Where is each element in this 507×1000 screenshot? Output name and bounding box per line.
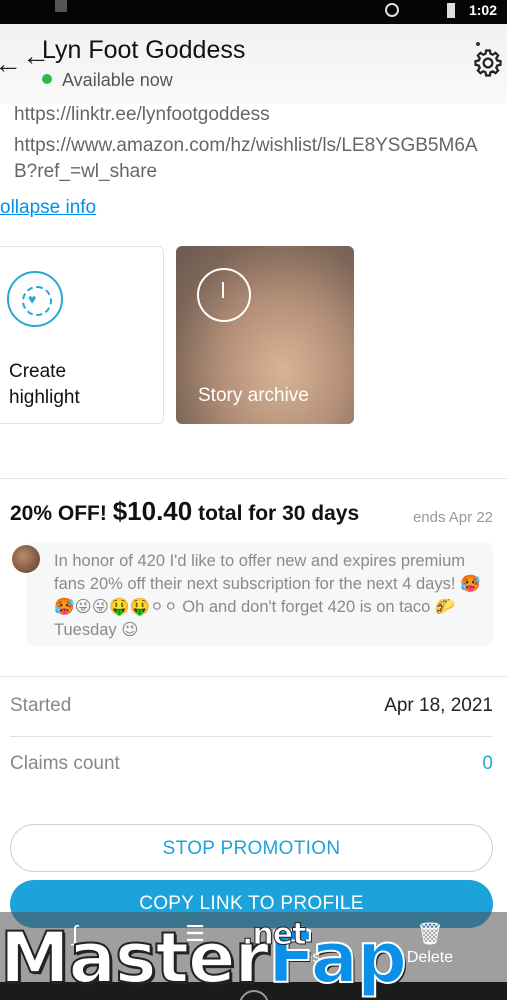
watermark: MasterFap .net — [0, 917, 408, 994]
delete-label: Delete — [406, 949, 454, 966]
story-archive-card[interactable]: Story archive — [176, 246, 354, 424]
promotion-message: In honor of 420 I'd like to offer new an… — [26, 542, 493, 646]
stop-promotion-button[interactable]: STOP PROMOTION — [10, 824, 493, 872]
avatar — [12, 545, 40, 573]
amazon-link[interactable]: https://www.amazon.com/hz/wishlist/ls/LE… — [14, 135, 478, 157]
started-value: Apr 18, 2021 — [384, 695, 493, 716]
promotion-period: total for 30 days — [198, 502, 360, 525]
amazon-url-continued[interactable]: B?ref_=wl_share — [14, 161, 157, 182]
status-bar: 1:02 — [0, 0, 507, 24]
chat-header: ← ← Lyn Foot Goddess Available now — [0, 24, 507, 104]
archive-clock-icon — [197, 268, 251, 322]
create-highlight-card[interactable]: ♥ Create highlight — [0, 246, 164, 424]
back-arrow-icon[interactable]: ← — [0, 50, 22, 78]
profile-name: Lyn Foot Goddess — [42, 36, 246, 64]
heart-icon: ♥ — [28, 291, 37, 307]
linktree-link[interactable]: https://linktr.ee/lynfootgoddess — [14, 104, 270, 126]
clock-hand — [222, 282, 224, 298]
gear-icon[interactable] — [473, 48, 503, 78]
create-highlight-label: Create highlight — [9, 361, 80, 408]
started-label: Started — [10, 695, 72, 716]
amazon-link-continued[interactable]: B?ref_=wl_share — [14, 161, 157, 183]
promotion-price: $10.40 — [112, 496, 193, 526]
watermark-suffix: .net — [241, 917, 306, 952]
divider — [0, 676, 507, 677]
online-dot-icon — [42, 74, 52, 84]
divider — [0, 478, 507, 479]
watermark-part1: Master — [0, 917, 270, 999]
amazon-url[interactable]: https://www.amazon.com/hz/wishlist/ls/LE… — [14, 135, 478, 156]
notification-icon — [55, 0, 67, 12]
availability-text: Available now — [62, 70, 173, 90]
battery-icon — [447, 3, 455, 18]
linktree-url[interactable]: https://linktr.ee/lynfootgoddess — [14, 104, 270, 125]
clock: 1:02 — [468, 2, 497, 18]
claims-count-value[interactable]: 0 — [482, 753, 493, 775]
sync-icon — [385, 3, 399, 17]
more-icon[interactable] — [476, 42, 480, 46]
collapse-info-link[interactable]: ollapse info — [0, 197, 96, 219]
claims-count-label: Claims count — [10, 753, 120, 774]
promotion-discount: 20% OFF! — [10, 502, 107, 525]
divider — [10, 736, 493, 737]
promotion-title: 20% OFF! $10.40 total for 30 days — [10, 496, 359, 527]
story-archive-label: Story archive — [198, 385, 309, 406]
availability-status: Available now — [42, 70, 173, 91]
promotion-end-date: ends Apr 22 — [412, 509, 493, 526]
